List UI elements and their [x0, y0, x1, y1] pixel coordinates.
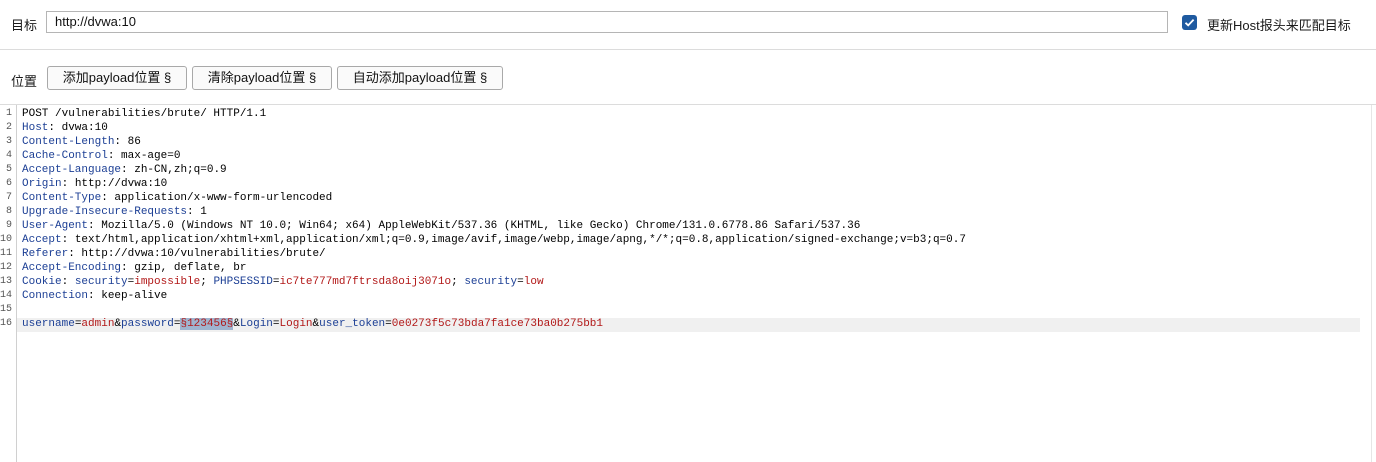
request-line: POST /vulnerabilities/brute/ HTTP/1.1 — [22, 108, 267, 120]
line-number: 5 — [5, 164, 12, 175]
line-number: 4 — [5, 150, 12, 161]
cookie-line: Cookie: security=impossible; PHPSESSID=i… — [22, 276, 544, 288]
header-value: dvwa:10 — [61, 122, 108, 134]
checkmark-icon — [1184, 18, 1195, 27]
header-name: Cache-Control — [22, 150, 108, 162]
header-name: User-Agent — [22, 220, 89, 232]
param-value: Login — [279, 318, 313, 330]
header-value: http://dvwa:10 — [74, 178, 168, 190]
header-name: Content-Length — [22, 136, 115, 148]
line-number: 15 — [0, 304, 13, 315]
param-name: Login — [239, 318, 273, 330]
line-number: 6 — [5, 178, 12, 189]
header-value: zh-CN,zh;q=0.9 — [134, 164, 227, 176]
positions-label: 位置 — [11, 74, 38, 89]
header-value: keep-alive — [101, 290, 168, 302]
cookie-name: PHPSESSID — [213, 276, 273, 288]
header-line: Connection: keep-alive — [22, 290, 168, 302]
line-number: 9 — [5, 220, 12, 231]
line-number: 7 — [5, 192, 12, 203]
target-label: 目标 — [11, 18, 38, 33]
header-line: Content-Length: 86 — [22, 136, 141, 148]
clear-payload-position-button[interactable]: 清除payload位置 § — [192, 66, 332, 90]
cookie-value: ic7te777md7ftrsda8oij3071o — [279, 276, 452, 288]
payload-position[interactable]: §123456§ — [180, 318, 234, 330]
scrollbar-track[interactable] — [1371, 105, 1372, 462]
add-payload-position-button[interactable]: 添加payload位置 § — [47, 66, 187, 90]
header-value: application/x-www-form-urlencoded — [114, 192, 333, 204]
line-number: 3 — [5, 136, 12, 147]
header-line: Accept-Language: zh-CN,zh;q=0.9 — [22, 164, 227, 176]
param-value: 0e0273f5c73bda7fa1ce73ba0b275bb1 — [391, 318, 603, 330]
cookie-value: low — [523, 276, 544, 288]
header-name: Accept-Language — [22, 164, 122, 176]
header-line: Referer: http://dvwa:10/vulnerabilities/… — [22, 248, 326, 260]
header-line: Host: dvwa:10 — [22, 122, 108, 134]
line-number: 1 — [5, 108, 12, 119]
header-name: Connection — [22, 290, 89, 302]
line-number: 12 — [0, 262, 13, 273]
header-name: Accept-Encoding — [22, 262, 122, 274]
header-line: Accept-Encoding: gzip, deflate, br — [22, 262, 247, 274]
header-line: Cache-Control: max-age=0 — [22, 150, 181, 162]
header-value: 86 — [127, 136, 141, 148]
header-line: Origin: http://dvwa:10 — [22, 178, 168, 190]
update-host-label[interactable]: 更新Host报头来匹配目标 — [1207, 15, 1351, 34]
cookie-name: security — [74, 276, 128, 288]
cookie-name: security — [464, 276, 518, 288]
divider — [0, 49, 1376, 50]
line-number: 14 — [0, 290, 13, 301]
param-name: username — [22, 318, 75, 330]
line-number: 2 — [5, 122, 12, 133]
header-value: http://dvwa:10/vulnerabilities/brute/ — [81, 248, 326, 260]
cookie-value: impossible — [134, 276, 201, 288]
header-name: Host — [22, 122, 49, 134]
header-name: Referer — [22, 248, 69, 260]
line-number: 16 — [0, 318, 13, 329]
header-value: max-age=0 — [121, 150, 181, 162]
line-number: 10 — [0, 234, 13, 245]
header-name: Origin — [22, 178, 62, 190]
param-name: user_token — [319, 318, 386, 330]
header-name: Accept — [22, 234, 62, 246]
request-editor[interactable]: 1 2 3 4 5 6 7 8 9 10 11 12 13 14 15 16 P… — [0, 105, 1376, 462]
header-name: Cookie — [22, 276, 62, 288]
header-value: text/html,application/xhtml+xml,applicat… — [74, 234, 966, 246]
header-value: Mozilla/5.0 (Windows NT 10.0; Win64; x64… — [101, 220, 861, 232]
line-number: 11 — [0, 248, 13, 259]
update-host-checkbox[interactable] — [1182, 15, 1197, 30]
param-value: admin — [81, 318, 115, 330]
target-row: 目标 http://dvwa:10 更新Host报头来匹配目标 — [0, 0, 1376, 48]
header-line: Upgrade-Insecure-Requests: 1 — [22, 206, 207, 218]
line-number: 8 — [5, 206, 12, 217]
auto-add-payload-position-button[interactable]: 自动添加payload位置 § — [337, 66, 503, 90]
header-line: User-Agent: Mozilla/5.0 (Windows NT 10.0… — [22, 220, 861, 232]
header-line: Accept: text/html,application/xhtml+xml,… — [22, 234, 966, 246]
header-line: Content-Type: application/x-www-form-url… — [22, 192, 333, 204]
header-value: gzip, deflate, br — [134, 262, 247, 274]
target-url-input[interactable]: http://dvwa:10 — [46, 11, 1168, 33]
header-value: 1 — [200, 206, 207, 218]
line-number-gutter: 1 2 3 4 5 6 7 8 9 10 11 12 13 14 15 16 — [0, 105, 17, 462]
header-name: Content-Type — [22, 192, 102, 204]
header-name: Upgrade-Insecure-Requests — [22, 206, 188, 218]
request-body: username=admin&password=§123456§&Login=L… — [22, 318, 603, 330]
param-name: password — [121, 318, 174, 330]
line-number: 13 — [0, 276, 13, 287]
